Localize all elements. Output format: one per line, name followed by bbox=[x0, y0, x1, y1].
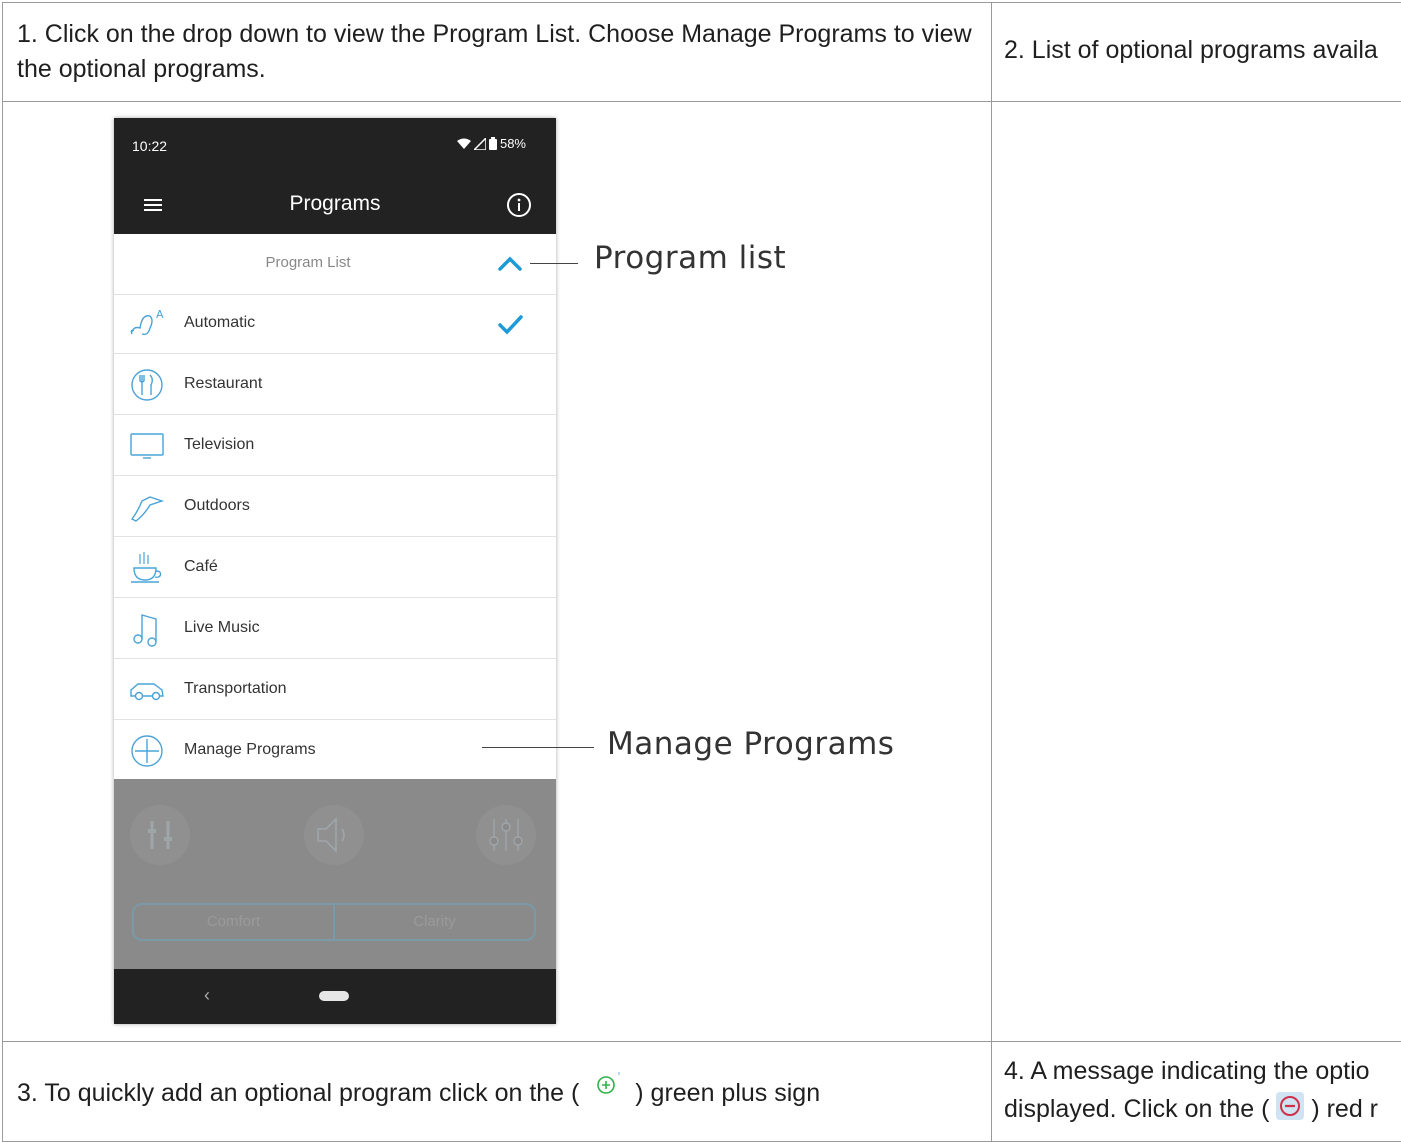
program-list-label: Program List bbox=[265, 254, 351, 271]
step-2-cell: 2. List of optional programs availa bbox=[991, 2, 1401, 102]
program-row-restaurant[interactable]: Restaurant bbox=[114, 355, 556, 415]
sliders-button bbox=[476, 805, 536, 865]
step-1-text: 1. Click on the drop down to view the Pr… bbox=[17, 20, 972, 83]
step-1-cell: 1. Click on the drop down to view the Pr… bbox=[2, 2, 992, 102]
phone-screenshot: 10:22 58% Programs Program List A Automa… bbox=[114, 118, 556, 1024]
sliders-icon bbox=[489, 819, 523, 851]
signal-icon bbox=[473, 137, 486, 150]
equalizer-button bbox=[130, 805, 190, 865]
program-row-automatic[interactable]: A Automatic bbox=[114, 294, 556, 354]
equalizer-icon bbox=[148, 821, 172, 849]
callout-line-manage-programs bbox=[482, 747, 594, 748]
program-row-outdoors[interactable]: Outdoors bbox=[114, 477, 556, 537]
app-bar: Programs bbox=[114, 176, 556, 234]
red-minus-icon bbox=[1276, 1092, 1305, 1121]
step-3-cell: 3. To quickly add an optional program cl… bbox=[2, 1041, 992, 1142]
cafe-icon bbox=[131, 552, 162, 583]
battery-percent: 58% bbox=[499, 136, 526, 151]
step-4-cell: 4. A message indicating the optio displa… bbox=[991, 1041, 1401, 1142]
comfort-segment: Comfort bbox=[134, 905, 335, 939]
status-time: 10:22 bbox=[132, 138, 168, 154]
program-label: Restaurant bbox=[184, 375, 263, 392]
home-pill-icon[interactable] bbox=[319, 991, 349, 1001]
program-label: Café bbox=[184, 558, 218, 575]
program-label: Manage Programs bbox=[184, 741, 316, 758]
comfort-clarity-toggle: Comfort Clarity bbox=[132, 903, 536, 941]
back-icon[interactable]: ‹ bbox=[204, 985, 210, 1006]
svg-text:A: A bbox=[156, 308, 164, 321]
battery-icon bbox=[488, 137, 497, 150]
step-3-text-after: ) green plus sign bbox=[635, 1079, 821, 1107]
callout-manage-programs: Manage Programs bbox=[607, 726, 895, 762]
green-plus-icon bbox=[597, 1072, 620, 1095]
automatic-icon: A bbox=[130, 308, 164, 336]
step-3-text-before: 3. To quickly add an optional program cl… bbox=[17, 1079, 580, 1107]
step-4-text-line-1: 4. A message indicating the optio bbox=[1004, 1057, 1370, 1085]
program-list-dropdown[interactable]: Program List bbox=[114, 234, 556, 295]
outdoors-icon bbox=[130, 496, 165, 522]
checkmark-icon bbox=[498, 315, 523, 335]
info-icon[interactable] bbox=[506, 192, 532, 218]
step-4-text-after: ) red r bbox=[1311, 1095, 1378, 1123]
document-page: 1. Click on the drop down to view the Pr… bbox=[0, 0, 1401, 1142]
step-3-text: 3. To quickly add an optional program cl… bbox=[17, 1072, 821, 1111]
step-2-text: 2. List of optional programs availa bbox=[1004, 36, 1378, 64]
chevron-up-icon[interactable] bbox=[496, 250, 524, 278]
wifi-icon bbox=[456, 138, 471, 149]
program-label: Television bbox=[184, 436, 255, 453]
program-row-cafe[interactable]: Café bbox=[114, 538, 556, 598]
volume-button bbox=[304, 805, 364, 865]
speaker-icon bbox=[317, 817, 345, 853]
program-label: Live Music bbox=[184, 619, 260, 636]
step-4-text-line-2: displayed. Click on the ( ) red r bbox=[1004, 1092, 1378, 1127]
app-title: Programs bbox=[289, 192, 381, 215]
program-row-television[interactable]: Television bbox=[114, 416, 556, 476]
android-nav-bar: ‹ bbox=[114, 969, 556, 1024]
callout-line-program-list bbox=[530, 263, 578, 264]
callout-program-list: Program list bbox=[594, 240, 787, 276]
empty-cell bbox=[991, 101, 1401, 1042]
step-4-text-before: displayed. Click on the ( bbox=[1004, 1095, 1270, 1123]
program-row-manage-programs[interactable]: Manage Programs bbox=[114, 721, 556, 781]
status-icons: 58% bbox=[456, 136, 526, 151]
dimmed-controls: Comfort Clarity bbox=[114, 779, 556, 969]
program-label: Outdoors bbox=[184, 497, 250, 514]
plus-circle-icon bbox=[131, 735, 163, 767]
program-row-live-music[interactable]: Live Music bbox=[114, 599, 556, 659]
restaurant-icon bbox=[131, 369, 163, 401]
television-icon bbox=[130, 433, 164, 459]
program-label: Automatic bbox=[184, 314, 256, 331]
status-bar: 10:22 58% bbox=[114, 118, 556, 176]
car-icon bbox=[130, 683, 164, 701]
program-row-transportation[interactable]: Transportation bbox=[114, 660, 556, 720]
music-icon bbox=[133, 614, 157, 647]
program-label: Transportation bbox=[184, 680, 287, 697]
clarity-segment: Clarity bbox=[413, 913, 456, 930]
